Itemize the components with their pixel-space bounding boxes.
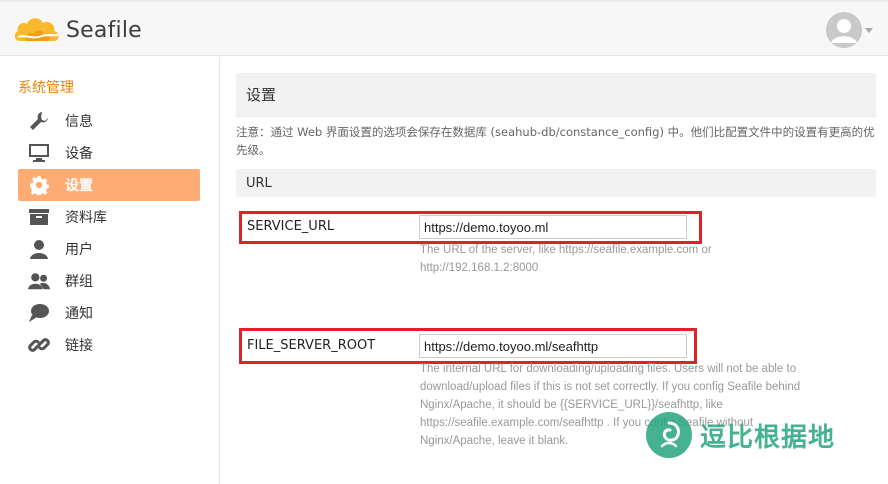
sidebar-item-notifications[interactable]: 通知 [18,297,200,329]
users-icon [28,270,50,292]
sidebar-title: 系统管理 [18,80,74,96]
sidebar-item-info[interactable]: 信息 [18,105,200,137]
settings-note: 注意：通过 Web 界面设置的选项会保存在数据库 (seahub-db/cons… [236,125,875,157]
page-title: 设置 [236,73,876,117]
sidebar-nav: 信息 设备 设置 资料库 用户 群组 通知 链接 [18,105,200,361]
sidebar-item-libraries[interactable]: 资料库 [18,201,200,233]
sidebar-item-devices[interactable]: 设备 [18,137,200,169]
service-url-input[interactable] [419,215,687,239]
sidebar-item-label: 群组 [65,274,93,290]
section-header-url: URL [236,169,876,197]
watermark: 逗比根据地 [646,412,835,458]
sidebar-item-label: 通知 [65,306,93,322]
avatar[interactable] [826,12,862,48]
watermark-text: 逗比根据地 [700,422,836,453]
sidebar-item-label: 信息 [65,114,93,130]
sidebar-item-users[interactable]: 用户 [18,233,200,265]
chat-icon [28,302,50,324]
setting-help-service-url: The URL of the server, like https://seaf… [420,244,712,274]
sidebar-item-label: 用户 [65,242,93,258]
avatar-dropdown-caret-icon[interactable] [865,28,873,33]
wrench-icon [28,110,50,132]
sidebar-item-label: 资料库 [65,210,107,226]
sidebar-item-label: 链接 [65,338,93,354]
watermark-logo-icon [646,412,692,458]
admin-sidebar: 系统管理 信息 设备 设置 资料库 用户 群组 通知 链接 [0,57,220,484]
sidebar-item-groups[interactable]: 群组 [18,265,200,297]
sidebar-item-label: 设备 [65,146,93,162]
user-avatar-icon [826,12,862,48]
archive-icon [28,206,50,228]
seafile-cloud-icon [14,18,59,41]
file-server-root-input[interactable] [419,334,687,358]
user-icon [28,238,50,260]
gear-icon [28,174,50,196]
link-icon [28,334,50,356]
setting-label-service-url: SERVICE_URL [247,219,335,234]
sidebar-item-links[interactable]: 链接 [18,329,200,361]
top-header: Seafile [0,0,888,56]
monitor-icon [28,142,50,164]
sidebar-item-label: 设置 [65,178,93,194]
settings-panel: 设置 注意：通过 Web 界面设置的选项会保存在数据库 (seahub-db/c… [236,73,876,197]
setting-label-file-server-root: FILE_SERVER_ROOT [247,338,376,353]
sidebar-item-settings[interactable]: 设置 [18,169,200,201]
app-name: Seafile [66,17,142,43]
seafile-logo[interactable]: Seafile [12,10,142,50]
